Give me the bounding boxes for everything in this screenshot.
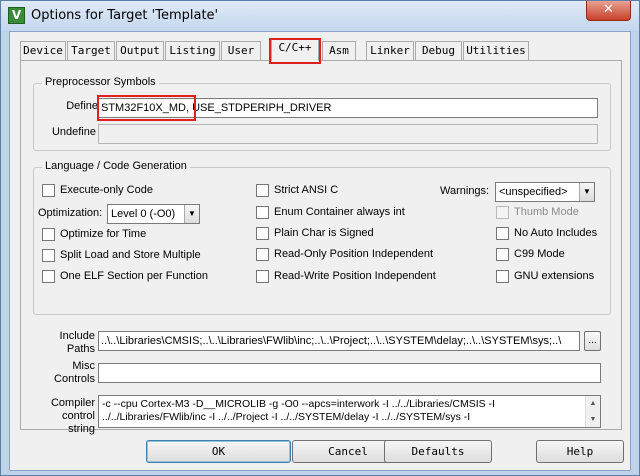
undefine-label: Undefine [51,126,96,138]
chevron-down-icon: ▼ [184,205,199,223]
options-dialog: V Options for Target 'Template' ✕ Device… [0,0,640,476]
no-auto-includes-label: No Auto Includes [514,227,598,239]
tab-listing[interactable]: Listing [165,41,220,60]
undefine-input[interactable] [98,124,598,144]
one-elf-checkbox[interactable] [42,270,55,283]
optimize-time-label: Optimize for Time [60,228,147,240]
compiler-line-2: ../../Libraries/FWlib/inc -I ../../Proje… [102,411,471,423]
help-button[interactable]: Help [536,440,624,463]
include-paths-input[interactable]: ..\..\Libraries\CMSIS;..\..\Libraries\FW… [98,331,580,351]
window-title: Options for Target 'Template' [31,8,219,23]
include-browse-button[interactable]: ... [584,331,601,351]
ro-position-label: Read-Only Position Independent [274,248,433,260]
misc-label-line2: Controls [54,373,95,385]
no-auto-includes-checkbox[interactable] [496,227,509,240]
misc-controls-input[interactable] [98,363,601,383]
optimize-time-checkbox[interactable] [42,228,55,241]
define-label: Define [66,100,98,112]
compiler-scrollbar[interactable]: ▲ ▼ [585,396,600,427]
language-group-title: Language / Code Generation [42,160,190,172]
ro-position-checkbox[interactable] [256,248,269,261]
include-label-line2: Paths [66,343,95,355]
rw-position-checkbox[interactable] [256,270,269,283]
c99-mode-label: C99 Mode [514,248,565,260]
preprocessor-group-title: Preprocessor Symbols [42,76,159,88]
gnu-extensions-checkbox[interactable] [496,270,509,283]
title-bar[interactable]: V Options for Target 'Template' ✕ [1,1,639,31]
language-group: Language / Code Generation Execute-only … [33,160,611,315]
tab-user[interactable]: User [221,41,261,60]
compiler-label-line3: string [68,423,95,435]
split-load-label: Split Load and Store Multiple [60,249,201,261]
c-cpp-panel: Preprocessor Symbols Define STM32F10X_MD… [20,60,622,435]
close-button[interactable]: ✕ [586,1,631,21]
thumb-mode-label: Thumb Mode [514,206,579,218]
scroll-down-icon[interactable]: ▼ [586,413,600,426]
enum-container-label: Enum Container always int [274,206,405,218]
strict-ansi-checkbox[interactable] [256,184,269,197]
one-elf-label: One ELF Section per Function [60,270,208,282]
tab-linker[interactable]: Linker [366,41,414,60]
tab-c-cpp[interactable]: C/C++ [271,38,319,61]
plain-char-checkbox[interactable] [256,227,269,240]
optimization-label: Optimization: [38,207,103,219]
execute-only-label: Execute-only Code [60,184,153,196]
compiler-label-line1: Compiler [50,397,95,409]
warnings-label: Warnings: [440,185,490,197]
tab-utilities[interactable]: Utilities [463,41,529,60]
execute-only-checkbox[interactable] [42,184,55,197]
chevron-down-icon: ▼ [579,183,594,201]
dialog-client: Device Target Output Listing User C/C++ … [9,31,631,471]
tab-target[interactable]: Target [67,41,115,60]
optimization-select[interactable]: Level 0 (-O0) ▼ [107,204,200,224]
compiler-string-textarea[interactable]: -c --cpu Cortex-M3 -D__MICROLIB -g -O0 -… [98,395,601,428]
optimization-value: Level 0 (-O0) [111,208,176,220]
define-input[interactable]: STM32F10X_MD, USE_STDPERIPH_DRIVER [98,98,598,118]
tab-debug[interactable]: Debug [415,41,462,60]
plain-char-label: Plain Char is Signed [274,227,374,239]
misc-label-line1: Misc [72,360,95,372]
tab-asm[interactable]: Asm [322,41,356,60]
enum-container-checkbox[interactable] [256,206,269,219]
thumb-mode-checkbox [496,206,509,219]
tab-device[interactable]: Device [20,41,66,60]
scroll-up-icon[interactable]: ▲ [586,397,600,410]
include-label-line1: Include [59,330,95,342]
defaults-button[interactable]: Defaults [384,440,492,463]
gnu-extensions-label: GNU extensions [514,270,595,282]
keil-app-icon: V [8,7,25,24]
tab-output[interactable]: Output [116,41,164,60]
warnings-value: <unspecified> [499,186,568,198]
strict-ansi-label: Strict ANSI C [274,184,339,196]
compiler-line-1: -c --cpu Cortex-M3 -D__MICROLIB -g -O0 -… [102,398,495,410]
rw-position-label: Read-Write Position Independent [274,270,436,282]
warnings-select[interactable]: <unspecified> ▼ [495,182,595,202]
split-load-checkbox[interactable] [42,249,55,262]
compiler-label-line2: control [61,410,95,422]
c99-mode-checkbox[interactable] [496,248,509,261]
ok-button[interactable]: OK [146,440,291,463]
preprocessor-group: Preprocessor Symbols Define STM32F10X_MD… [33,76,611,151]
